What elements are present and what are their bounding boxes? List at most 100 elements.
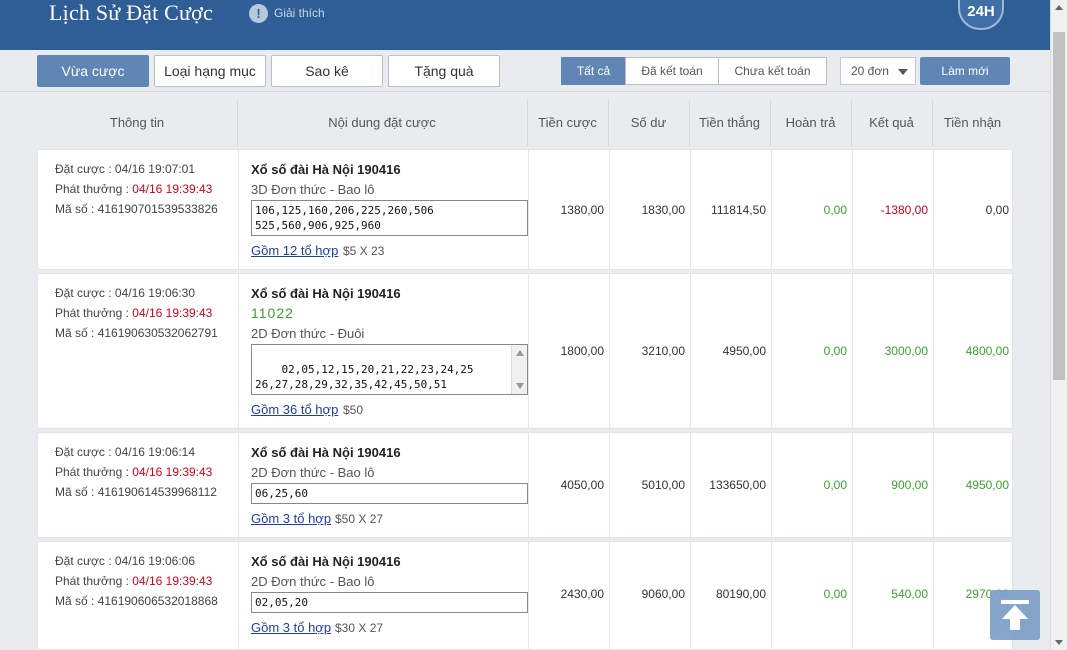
win-amount: 4950,00 xyxy=(722,344,766,358)
balance: 5010,00 xyxy=(641,478,685,492)
bet-numbers-box[interactable]: 02,05,20 xyxy=(251,592,528,613)
bet-numbers-box[interactable]: 106,125,160,206,225,260,506 525,560,906,… xyxy=(251,200,528,236)
scrollbar-thumb[interactable] xyxy=(1053,32,1065,380)
tab-category[interactable]: Loại hạng mục xyxy=(154,55,266,87)
refund: 0,00 xyxy=(823,203,847,217)
result: 900,00 xyxy=(891,478,928,492)
hotline-24h-icon[interactable]: 24H xyxy=(958,0,1004,30)
bet-time: 04/16 19:07:01 xyxy=(114,162,195,176)
lottery-name: Xổ số đài Hà Nội 190416 xyxy=(251,162,401,177)
bet-time: 04/16 19:06:14 xyxy=(114,445,195,459)
payout-time: 04/16 19:39:43 xyxy=(132,574,213,588)
result: 3000,00 xyxy=(884,344,928,358)
filter-all[interactable]: Tất cả xyxy=(561,57,626,85)
toolbar: Vừa cược Loại hạng mục Sao kê Tặng quà T… xyxy=(0,50,1050,92)
arrow-up-icon xyxy=(1001,600,1029,630)
stake: $5 X 23 xyxy=(343,244,385,258)
win-amount: 111814,50 xyxy=(711,203,766,217)
refund: 0,00 xyxy=(823,587,847,601)
col-bet-content: Nội dung đặt cược xyxy=(328,115,436,130)
col-bet-amount: Tiền cược xyxy=(538,115,597,130)
scroll-down-icon[interactable] xyxy=(516,383,524,389)
lottery-name: Xổ số đài Hà Nội 190416 xyxy=(251,445,401,460)
refresh-button[interactable]: Làm mới xyxy=(920,57,1010,85)
stake: $30 X 27 xyxy=(335,621,384,635)
bet-type: 2D Đơn thức - Bao lô xyxy=(251,574,375,589)
combo-link[interactable]: Gồm 3 tổ hợp xyxy=(251,511,331,526)
combo-link[interactable]: Gồm 36 tổ hợp xyxy=(251,402,338,417)
col-received: Tiền nhận xyxy=(943,115,1002,130)
info-link[interactable]: Giải thích xyxy=(274,6,325,20)
page-header: Lịch Sử Đặt Cược ! Giải thích 24H xyxy=(0,0,1050,50)
bet-code: 416190630532062791 xyxy=(97,326,218,340)
payout-time: 04/16 19:39:43 xyxy=(132,306,213,320)
tab-recent-bets[interactable]: Vừa cược xyxy=(37,55,149,87)
table-row: Đặt cược : 04/16 19:06:30 Phát thưởng : … xyxy=(37,273,1013,429)
combo-link[interactable]: Gồm 3 tổ hợp xyxy=(251,620,331,635)
combo-link[interactable]: Gồm 12 tổ hợp xyxy=(251,243,338,258)
filter-unsettled[interactable]: Chưa kết toán xyxy=(718,57,827,85)
table-row: Đặt cược : 04/16 19:07:01 Phát thưởng : … xyxy=(37,149,1013,270)
bet-numbers-box[interactable]: 02,05,12,15,20,21,22,23,24,25 26,27,28,2… xyxy=(251,344,528,395)
bet-type: 2D Đơn thức - Đuôi xyxy=(251,326,365,341)
bet-numbers-box[interactable]: 06,25,60 xyxy=(251,483,528,504)
payout-time: 04/16 19:39:43 xyxy=(132,182,213,196)
bet-amount: 1800,00 xyxy=(560,344,604,358)
lottery-name: Xổ số đài Hà Nội 190416 xyxy=(251,286,401,301)
col-balance: Số dư xyxy=(630,115,667,130)
refund: 0,00 xyxy=(823,344,847,358)
table-header: Thông tin Nội dung đặt cược Tiền cược Số… xyxy=(37,100,1013,146)
tab-gifts[interactable]: Tặng quà xyxy=(388,55,500,87)
bet-time: 04/16 19:06:06 xyxy=(114,554,195,568)
scroll-up-icon[interactable] xyxy=(516,350,524,356)
col-refund: Hoàn trả xyxy=(785,115,836,130)
table-row: Đặt cược : 04/16 19:06:06 Phát thưởng : … xyxy=(37,541,1013,650)
col-win-amount: Tiền thắng xyxy=(699,115,760,130)
bet-info: Đặt cược : 04/16 19:06:06 Phát thưởng : … xyxy=(55,554,218,608)
received: 0,00 xyxy=(985,203,1009,217)
tab-statement[interactable]: Sao kê xyxy=(271,55,383,87)
win-amount: 80190,00 xyxy=(715,587,766,601)
bet-type: 2D Đơn thức - Bao lô xyxy=(251,465,375,480)
stake: $50 X 27 xyxy=(335,512,384,526)
winning-number: 11022 xyxy=(251,305,294,321)
received: 4800,00 xyxy=(965,344,1009,358)
filter-settled[interactable]: Đã kết toán xyxy=(625,57,719,85)
page-size-select[interactable]: 20 đơn xyxy=(840,57,916,85)
refund: 0,00 xyxy=(823,478,847,492)
bet-time: 04/16 19:06:30 xyxy=(114,286,195,300)
bet-code: 416190614539968112 xyxy=(97,485,217,499)
page-size-value: 20 đơn xyxy=(851,64,889,78)
result: -1380,00 xyxy=(880,203,928,217)
bet-amount: 1380,00 xyxy=(560,203,604,217)
received: 4950,00 xyxy=(965,478,1009,492)
balance: 9060,00 xyxy=(641,587,685,601)
bet-numbers: 02,05,12,15,20,21,22,23,24,25 26,27,28,2… xyxy=(255,363,474,394)
result: 540,00 xyxy=(891,587,928,601)
numbers-scrollbar[interactable] xyxy=(511,345,527,394)
info-icon[interactable]: ! xyxy=(249,4,268,23)
bet-type: 3D Đơn thức - Bao lô xyxy=(251,182,375,197)
scroll-up-icon[interactable] xyxy=(1055,5,1063,10)
page-title: Lịch Sử Đặt Cược xyxy=(49,0,213,25)
back-to-top-button[interactable] xyxy=(990,590,1040,640)
col-info: Thông tin xyxy=(109,115,165,130)
col-result: Kết quả xyxy=(869,115,914,130)
bet-info: Đặt cược : 04/16 19:06:30 Phát thưởng : … xyxy=(55,286,218,340)
chevron-down-icon xyxy=(898,69,908,75)
bet-amount: 4050,00 xyxy=(560,478,604,492)
bet-amount: 2430,00 xyxy=(560,587,604,601)
win-amount: 133650,00 xyxy=(709,478,766,492)
lottery-name: Xổ số đài Hà Nội 190416 xyxy=(251,554,401,569)
scroll-down-icon[interactable] xyxy=(1055,640,1063,645)
stake: $50 xyxy=(343,403,364,417)
payout-time: 04/16 19:39:43 xyxy=(132,465,213,479)
page-scrollbar[interactable] xyxy=(1050,0,1067,650)
bet-info: Đặt cược : 04/16 19:06:14 Phát thưởng : … xyxy=(55,445,217,499)
bet-code: 416190701539533826 xyxy=(97,202,218,216)
balance: 1830,00 xyxy=(641,203,685,217)
table-row: Đặt cược : 04/16 19:06:14 Phát thưởng : … xyxy=(37,432,1013,538)
balance: 3210,00 xyxy=(641,344,685,358)
bet-code: 416190606532018868 xyxy=(97,594,218,608)
bet-info: Đặt cược : 04/16 19:07:01 Phát thưởng : … xyxy=(55,162,218,216)
